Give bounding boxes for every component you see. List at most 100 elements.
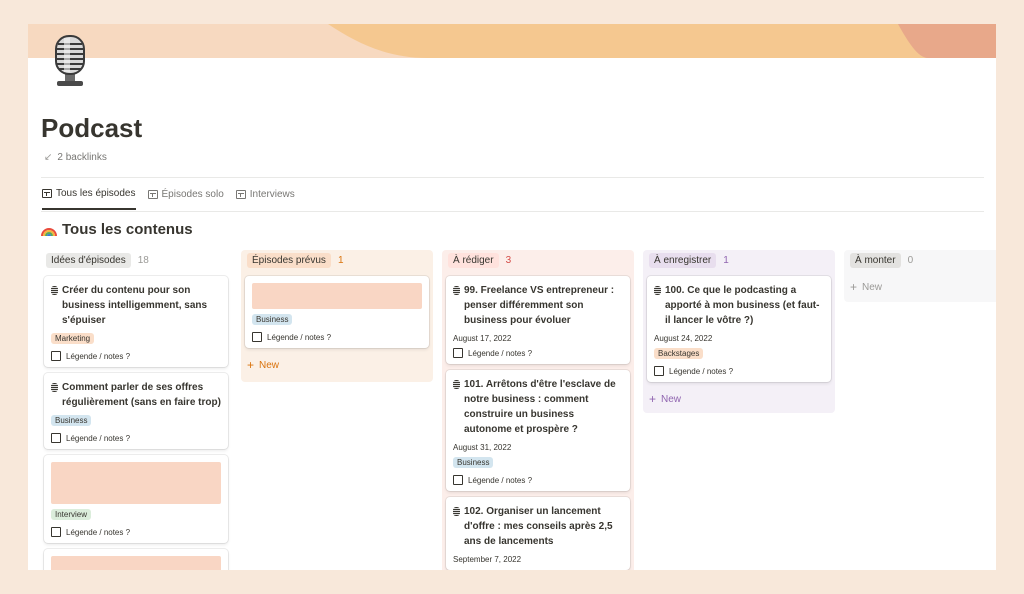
tab-interviews[interactable]: Interviews xyxy=(235,188,295,210)
microphone-icon xyxy=(654,286,661,295)
board-title-label: Tous les contenus xyxy=(62,221,193,238)
tag-backstages: Backstages xyxy=(654,348,704,359)
episode-card[interactable] xyxy=(44,549,228,570)
backlinks-link[interactable]: ↙ 2 backlinks xyxy=(44,152,107,163)
microphone-icon xyxy=(453,380,460,389)
card-title: 101. Arrêtons d'être l'esclave de notre … xyxy=(453,377,623,437)
checkbox[interactable] xyxy=(453,348,463,358)
column-a-rediger: À rédiger 3 99. Freelance VS entrepreneu… xyxy=(442,250,634,570)
column-count: 1 xyxy=(337,254,344,266)
tag-business: Business xyxy=(51,415,92,426)
card-title: 102. Organiser un lancement d'offre : me… xyxy=(453,504,623,549)
tag-business: Business xyxy=(453,457,494,468)
new-card-button[interactable]: + New xyxy=(245,354,429,376)
page-title[interactable]: Podcast xyxy=(41,113,142,144)
page-cover[interactable] xyxy=(28,24,996,58)
episode-card[interactable]: Comment parler de ses offres régulièreme… xyxy=(44,373,228,449)
column-header[interactable]: Idées d'épisodes 18 xyxy=(44,250,228,270)
tab-label: Interviews xyxy=(249,189,295,200)
microphone-icon xyxy=(453,507,460,516)
column-a-monter: À monter 0 + New xyxy=(844,250,996,302)
column-header[interactable]: À monter 0 xyxy=(848,250,996,270)
card-cover xyxy=(252,283,422,309)
view-tabs: Tous les épisodes Épisodes solo Intervie… xyxy=(42,188,295,210)
tag-interview: Interview xyxy=(51,509,92,520)
new-card-button[interactable]: + New xyxy=(848,276,996,298)
tab-label: Tous les épisodes xyxy=(56,188,136,199)
card-title: 100. Ce que le podcasting a apporté à mo… xyxy=(654,283,824,328)
plus-icon: + xyxy=(649,392,657,406)
microphone-icon[interactable] xyxy=(46,32,94,88)
board-view-icon xyxy=(42,189,52,198)
episode-card[interactable]: 99. Freelance VS entrepreneur : penser d… xyxy=(446,276,630,364)
column-name: À monter xyxy=(850,252,901,268)
board-view-icon xyxy=(235,190,246,199)
divider xyxy=(41,211,984,212)
new-label: New xyxy=(862,281,883,293)
microphone-icon xyxy=(51,383,58,392)
checkbox[interactable] xyxy=(51,527,61,537)
card-cover xyxy=(51,462,221,504)
card-title: 99. Freelance VS entrepreneur : penser d… xyxy=(453,283,623,328)
episode-card[interactable]: Business Légende / notes ? xyxy=(245,276,429,348)
episode-card[interactable]: 102. Organiser un lancement d'offre : me… xyxy=(446,497,630,570)
notes-checkbox[interactable]: Légende / notes ? xyxy=(51,433,221,443)
column-idees: Idées d'épisodes 18 Créer du contenu pou… xyxy=(40,250,232,570)
card-date: August 31, 2022 xyxy=(453,443,512,452)
column-count: 3 xyxy=(505,254,512,266)
checkbox[interactable] xyxy=(453,475,463,485)
column-count: 1 xyxy=(723,254,729,266)
card-title: Comment parler de ses offres régulièreme… xyxy=(51,380,221,410)
notes-label: Légende / notes ? xyxy=(468,348,533,358)
column-name: Idées d'épisodes xyxy=(46,252,131,268)
checkbox[interactable] xyxy=(51,433,61,443)
divider xyxy=(41,177,984,178)
checkbox[interactable] xyxy=(252,332,262,342)
notes-label: Légende / notes ? xyxy=(66,433,131,443)
tab-episodes-solo[interactable]: Épisodes solo xyxy=(147,188,224,210)
notes-label: Légende / notes ? xyxy=(66,527,131,537)
rainbow-icon xyxy=(41,227,57,236)
notes-checkbox[interactable]: Légende / notes ? xyxy=(453,475,623,485)
notes-checkbox[interactable]: Légende / notes ? xyxy=(453,348,623,358)
new-card-button[interactable]: + New xyxy=(647,388,831,410)
notes-label: Légende / notes ? xyxy=(468,475,533,485)
plus-icon: + xyxy=(850,280,858,294)
column-header[interactable]: À rédiger 3 xyxy=(446,250,630,270)
column-name: À rédiger xyxy=(448,252,499,268)
column-name: À enregistrer xyxy=(649,252,717,268)
column-name: Épisodes prévus xyxy=(247,252,331,268)
notes-label: Légende / notes ? xyxy=(669,366,734,376)
column-header[interactable]: À enregistrer 1 xyxy=(647,250,831,270)
backlinks-label: 2 backlinks xyxy=(57,152,107,163)
board-view-icon xyxy=(147,190,158,199)
backlink-arrow-icon: ↙ xyxy=(44,152,53,163)
card-date: August 17, 2022 xyxy=(453,334,512,343)
card-date: September 7, 2022 xyxy=(453,555,522,564)
column-header[interactable]: Épisodes prévus 1 xyxy=(245,250,429,270)
tab-tous-les-episodes[interactable]: Tous les épisodes xyxy=(42,188,136,210)
column-episodes-prevus: Épisodes prévus 1 Business Légende / not… xyxy=(241,250,433,382)
card-date: August 24, 2022 xyxy=(654,334,713,343)
notion-page: Podcast ↙ 2 backlinks Tous les épisodes … xyxy=(28,24,996,570)
episode-card[interactable]: 100. Ce que le podcasting a apporté à mo… xyxy=(647,276,831,382)
card-cover xyxy=(51,556,221,570)
new-label: New xyxy=(259,359,280,371)
tag-business: Business xyxy=(252,314,293,325)
episode-card[interactable]: 101. Arrêtons d'être l'esclave de notre … xyxy=(446,370,630,491)
card-title: Créer du contenu pour son business intel… xyxy=(51,283,221,328)
checkbox[interactable] xyxy=(51,351,61,361)
episode-card[interactable]: Créer du contenu pour son business intel… xyxy=(44,276,228,367)
board-title[interactable]: Tous les contenus xyxy=(41,221,193,238)
microphone-icon xyxy=(453,286,460,295)
notes-checkbox[interactable]: Légende / notes ? xyxy=(654,366,824,376)
episode-card[interactable]: Interview Légende / notes ? xyxy=(44,455,228,543)
notes-checkbox[interactable]: Légende / notes ? xyxy=(252,332,422,342)
microphone-icon xyxy=(51,286,58,295)
column-count: 0 xyxy=(907,254,914,266)
notes-label: Légende / notes ? xyxy=(66,351,131,361)
checkbox[interactable] xyxy=(654,366,664,376)
notes-checkbox[interactable]: Légende / notes ? xyxy=(51,527,221,537)
notes-checkbox[interactable]: Légende / notes ? xyxy=(51,351,221,361)
notes-label: Légende / notes ? xyxy=(267,332,332,342)
